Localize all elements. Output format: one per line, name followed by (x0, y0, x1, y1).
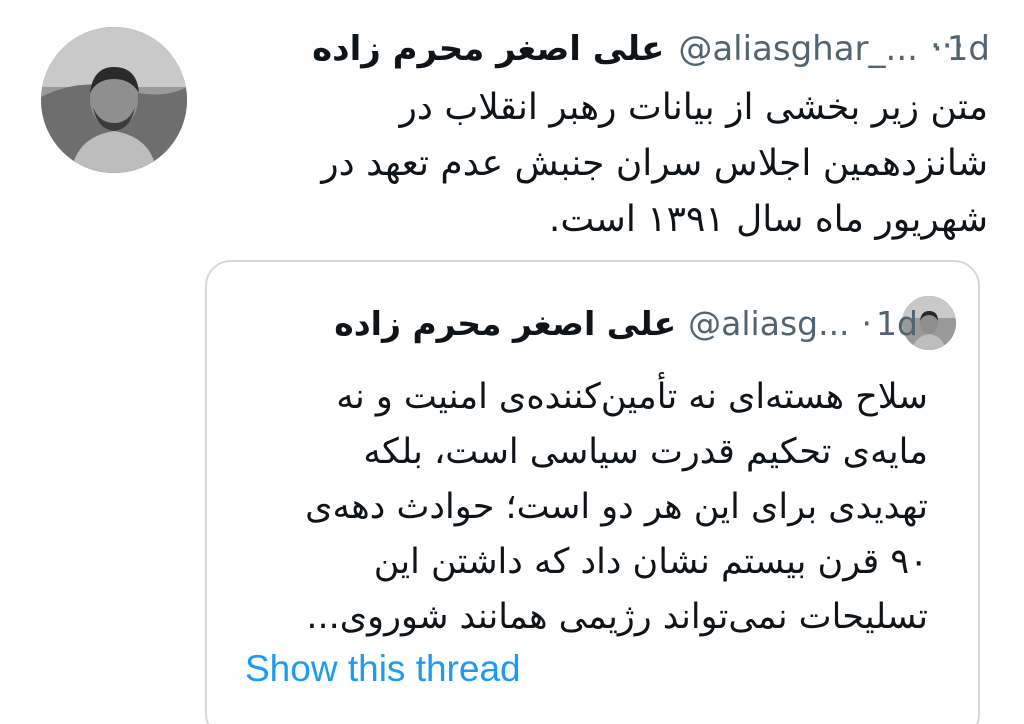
tweet-header: علی اصغر محرم زاده @aliasghar_... · 1d (205, 18, 990, 80)
tweet-text-line: متن زیر بخشی از بیانات رهبر انقلاب در (399, 87, 988, 128)
tweet[interactable]: علی اصغر محرم زاده @aliasghar_... · 1d ·… (0, 0, 1024, 724)
avatar[interactable] (41, 27, 187, 173)
quoted-timestamp[interactable]: 1d (876, 304, 918, 343)
quoted-text-line: تسلیحات نمی‌تواند رژیمی همانند شوروی... (306, 597, 928, 637)
quoted-author-handle[interactable]: @aliasg... (688, 304, 849, 343)
quoted-tweet-text: سلاح هسته‌ای نه تأمین‌کننده‌ی امنیت و نه… (245, 370, 928, 645)
quoted-separator-dot: · (861, 303, 873, 343)
quoted-author-name[interactable]: علی اصغر محرم زاده (334, 304, 676, 343)
author-handle[interactable]: @aliasghar_... (678, 29, 918, 69)
quoted-text-line: تهدیدی برای این هر دو است؛ حوادث دهه‌ی (305, 487, 928, 527)
quoted-tweet-header: علی اصغر محرم زاده @aliasg... · 1d (278, 296, 918, 350)
quoted-tweet-card[interactable]: علی اصغر محرم زاده @aliasg... · 1d سلاح … (205, 260, 980, 724)
avatar-photo (41, 27, 187, 173)
quoted-text-line: ۹۰ قرن بیستم نشان داد که داشتن این (373, 542, 928, 582)
tweet-text-line: شهریور ماه سال ۱۳۹۱ است. (548, 199, 988, 240)
tweet-text-line: شانزدهمین اجلاس سران جنبش عدم تعهد در (321, 143, 988, 184)
show-thread-link[interactable]: Show this thread (245, 648, 521, 690)
author-name[interactable]: علی اصغر محرم زاده (312, 29, 664, 69)
quoted-text-line: مایه‌ی تحکیم قدرت سیاسی است، بلکه (363, 432, 928, 472)
quoted-text-line: سلاح هسته‌ای نه تأمین‌کننده‌ی امنیت و نه (336, 377, 928, 417)
tweet-text: متن زیر بخشی از بیانات رهبر انقلاب در شا… (230, 80, 988, 248)
more-options-icon[interactable]: ··· (930, 26, 965, 66)
